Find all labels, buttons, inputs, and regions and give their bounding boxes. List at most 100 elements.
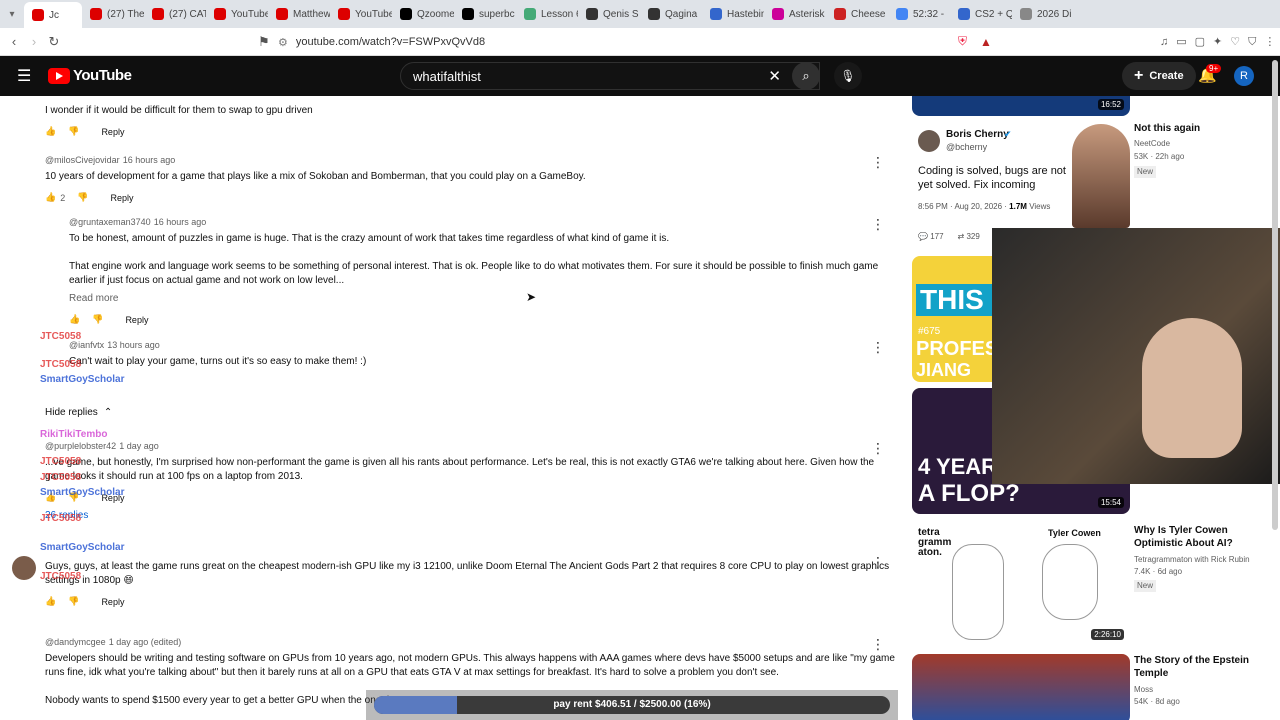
clear-search-icon[interactable]: ✕ — [768, 67, 781, 85]
thumb-text: PROFES — [916, 338, 999, 360]
video-title[interactable]: Why Is Tyler Cowen Optimistic About AI? — [1134, 524, 1254, 550]
comment-time[interactable]: 1 day ago (edited) — [109, 637, 182, 647]
url-field[interactable]: ⚙ youtube.com/watch?v=FSWPxvQvVd8 — [278, 32, 998, 52]
comment-menu-icon[interactable]: ⋮ — [871, 554, 885, 571]
video-channel[interactable]: NeetCode — [1134, 138, 1170, 150]
comment-author[interactable]: @milosCivejovidar — [45, 155, 120, 165]
browser-tab[interactable]: (27) The — [82, 3, 144, 25]
tab-label: Matthew — [293, 8, 330, 20]
browser-tab[interactable]: 2026 Di — [1012, 3, 1074, 25]
dislike-icon[interactable]: 👎 — [77, 192, 88, 203]
comment-author[interactable]: @purplelobster42 — [45, 441, 116, 451]
page-scrollbar[interactable] — [1272, 60, 1278, 530]
site-info-icon[interactable]: ⚙ — [278, 36, 288, 49]
reply-count: 💬 177 — [918, 232, 944, 241]
comment-menu-icon[interactable]: ⋮ — [871, 339, 885, 356]
tab-label: CS2 + Q — [975, 8, 1012, 20]
browser-tab[interactable]: Lesson 6 — [516, 3, 578, 25]
like-icon[interactable]: 👍 — [45, 192, 56, 203]
browser-tab[interactable]: Hastebin — [702, 3, 764, 25]
menu-icon[interactable]: ☰ — [17, 66, 31, 86]
reply-button[interactable]: Reply — [125, 315, 148, 325]
bookmark-icon[interactable]: ⚑ — [254, 34, 274, 50]
comment-time[interactable]: 16 hours ago — [123, 155, 176, 165]
tab-favicon-icon — [586, 8, 598, 20]
video-title[interactable]: The Story of the Epstein Temple — [1134, 654, 1254, 680]
comment-time[interactable]: 13 hours ago — [107, 340, 160, 350]
dislike-icon[interactable]: 👎 — [92, 314, 103, 325]
dislike-icon[interactable]: 👎 — [68, 596, 79, 607]
comment-author[interactable]: @gruntaxeman3740 — [69, 217, 151, 227]
replies-toggle[interactable]: 26 replies — [45, 509, 895, 523]
avatar[interactable]: p — [12, 440, 36, 464]
browser-tab[interactable]: YouTube — [330, 3, 392, 25]
like-icon[interactable]: 👍 — [45, 126, 56, 137]
browser-tab[interactable]: Qagina — [640, 3, 702, 25]
tab-label: Qagina — [665, 8, 698, 20]
reload-icon[interactable]: ↻ — [44, 34, 64, 50]
read-more-link[interactable]: Read more — [69, 292, 895, 306]
video-thumbnail[interactable]: 16:52 — [912, 96, 1130, 116]
comment-menu-icon[interactable]: ⋮ — [871, 636, 885, 653]
reply-button[interactable]: Reply — [110, 193, 133, 203]
chat-username: JTC5058 — [40, 331, 82, 342]
youtube-logo[interactable]: YouTube — [48, 67, 132, 84]
reply-button[interactable]: Reply — [101, 597, 124, 607]
browser-tab[interactable]: Qenis S — [578, 3, 640, 25]
tab-favicon-icon — [648, 8, 660, 20]
comment-time[interactable]: 1 day ago — [119, 441, 159, 451]
comment-text: Guys, guys, at least the game runs great… — [45, 561, 890, 586]
account-avatar[interactable]: R — [1234, 66, 1254, 86]
brave-shield-icon[interactable]: ⛨ — [958, 34, 967, 49]
browser-tab[interactable]: 52:32 - — [888, 3, 950, 25]
voice-search-icon[interactable]: 🎙 — [834, 62, 862, 90]
video-meta: 53K · 22h ago — [1134, 152, 1185, 161]
comment-menu-icon[interactable]: ⋮ — [871, 154, 885, 171]
forward-icon[interactable]: › — [24, 34, 44, 49]
comment-text: I wonder if it would be difficult for th… — [45, 105, 313, 116]
comment-author[interactable]: @dandymcgee — [45, 637, 106, 647]
browser-tab[interactable]: CS2 + Q — [950, 3, 1012, 25]
avatar[interactable]: m — [12, 155, 36, 179]
comment-actions: 👍 👎 Reply — [69, 314, 895, 325]
like-icon[interactable]: 👍 — [45, 596, 56, 607]
tab-label: YouTube — [231, 8, 268, 20]
comment-menu-icon[interactable]: ⋮ — [871, 440, 885, 457]
comment-actions: 👍 👎 Reply — [45, 492, 895, 503]
extensions-icons[interactable]: ♫▭▢✦♡⛉⋮ — [1160, 35, 1280, 49]
avatar[interactable] — [12, 556, 36, 580]
back-icon[interactable]: ‹ — [4, 34, 24, 49]
browser-tab[interactable]: Matthew — [268, 3, 330, 25]
video-channel[interactable]: Moss — [1134, 684, 1153, 696]
dislike-icon[interactable]: 👎 — [68, 126, 79, 137]
avatar[interactable]: G — [42, 216, 58, 232]
browser-tab[interactable]: Jc — [24, 2, 82, 28]
comment-menu-icon[interactable]: ⋮ — [871, 216, 885, 233]
create-button[interactable]: + Create — [1122, 62, 1196, 90]
verified-icon: ✔ — [1004, 129, 1012, 139]
reply-button[interactable]: Reply — [101, 127, 124, 137]
video-thumbnail[interactable]: tetra gramm aton. Tyler Cowen 2:26:10 — [912, 524, 1130, 646]
browser-tab[interactable]: Cheese — [826, 3, 888, 25]
browser-tab[interactable]: superbc — [454, 3, 516, 25]
avatar[interactable]: TheDV — [12, 636, 36, 660]
video-title[interactable]: Not this again — [1134, 122, 1254, 135]
tab-label: (27) CAT — [169, 8, 206, 20]
address-bar: ‹ › ↻ ⚑ ⚙ youtube.com/watch?v=FSWPxvQvVd… — [0, 28, 1280, 56]
tab-favicon-icon — [338, 8, 350, 20]
search-button[interactable]: ⌕ — [792, 62, 820, 90]
streamer-face — [1142, 318, 1242, 458]
browser-menu-icon[interactable]: ▾ — [0, 9, 24, 20]
comment-time[interactable]: 16 hours ago — [154, 217, 207, 227]
rewards-icon[interactable]: ▲ — [980, 35, 992, 49]
video-channel[interactable]: Tetragrammaton with Rick Rubin — [1134, 554, 1250, 566]
like-icon[interactable]: 👍 — [69, 314, 80, 325]
search-input[interactable]: whatifalthist ✕ — [400, 62, 820, 90]
tab-favicon-icon — [524, 8, 536, 20]
browser-tab[interactable]: YouTube — [206, 3, 268, 25]
video-thumbnail[interactable] — [912, 654, 1130, 720]
browser-tab[interactable]: Qzoome — [392, 3, 454, 25]
browser-tab[interactable]: (27) CAT — [144, 3, 206, 25]
hide-replies-button[interactable]: Hide replies ⌃ — [45, 407, 112, 418]
browser-tab[interactable]: Asterisk — [764, 3, 826, 25]
